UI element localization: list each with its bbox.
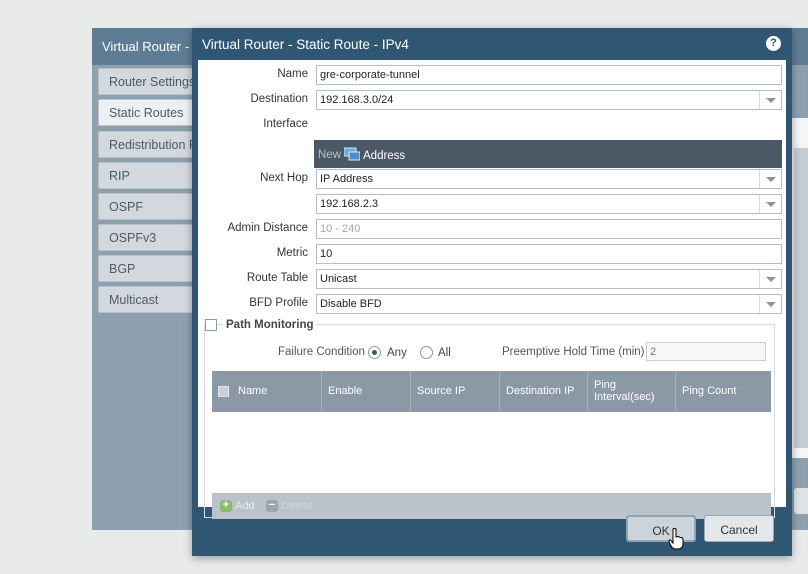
next-hop-select[interactable]: IP Address <box>316 169 782 189</box>
add-button[interactable]: Add <box>235 500 255 512</box>
route-table-select[interactable]: Unicast <box>316 269 782 289</box>
nav-static-routes[interactable]: Static Routes <box>98 99 204 126</box>
failure-condition-all-label: All <box>438 347 451 359</box>
route-table-value: Unicast <box>320 273 357 285</box>
path-monitoring-checkbox[interactable] <box>205 319 217 331</box>
failure-condition-all-radio[interactable] <box>420 346 433 359</box>
cancel-button[interactable]: Cancel <box>704 515 774 542</box>
dropdown-new-label: New <box>318 149 342 161</box>
nav-bgp[interactable]: BGP <box>98 255 204 282</box>
next-hop-label: Next Hop <box>260 172 308 184</box>
col-source-ip[interactable]: Source IP <box>411 371 500 412</box>
destination-combobox[interactable]: 192.168.3.0/24 <box>316 90 782 110</box>
ok-button[interactable]: OK <box>626 515 696 542</box>
chevron-down-icon[interactable] <box>759 170 781 188</box>
preemptive-hold-time-input[interactable]: 2 <box>646 342 766 361</box>
hand-cursor-icon <box>668 528 684 550</box>
next-hop-ip-value: 192.168.2.3 <box>320 198 379 210</box>
nav-redistribution-profile[interactable]: Redistribution Pr <box>98 131 204 158</box>
admin-distance-input[interactable]: 10 - 240 <box>316 219 782 239</box>
background-dialog-title: Virtual Router - d <box>102 39 201 54</box>
col-name[interactable]: Name <box>232 371 322 412</box>
destination-label: Destination <box>250 93 308 105</box>
next-hop-ip-combobox[interactable]: 192.168.2.3 <box>316 194 782 214</box>
dialog-title: Virtual Router - Static Route - IPv4 <box>202 37 409 52</box>
col-enable[interactable]: Enable <box>322 371 411 412</box>
address-object-icon <box>344 147 360 161</box>
chevron-down-icon[interactable] <box>759 91 781 109</box>
nav-router-settings[interactable]: Router Settings <box>98 68 204 95</box>
nav-multicast[interactable]: Multicast <box>98 286 204 313</box>
interface-label: Interface <box>263 118 308 130</box>
failure-condition-label: Failure Condition <box>278 346 365 358</box>
delete-button[interactable]: Delete <box>281 500 313 512</box>
path-monitoring-grid: Name Enable Source IP Destination IP Pin… <box>212 371 771 519</box>
name-label: Name <box>277 68 308 80</box>
nav-ospfv3[interactable]: OSPFv3 <box>98 224 204 251</box>
col-destination-ip[interactable]: Destination IP <box>500 371 588 412</box>
preemptive-hold-time-label: Preemptive Hold Time (min) <box>502 346 645 358</box>
delete-icon[interactable]: − <box>266 500 278 512</box>
route-table-label: Route Table <box>246 272 308 284</box>
admin-distance-label: Admin Distance <box>227 222 308 234</box>
add-icon[interactable]: + <box>220 500 232 512</box>
dropdown-address-option[interactable]: Address <box>363 150 405 162</box>
interface-dropdown-menu: New Address <box>314 140 782 168</box>
bfd-profile-value: Disable BFD <box>320 298 382 310</box>
failure-condition-any-radio[interactable] <box>368 346 381 359</box>
background-button[interactable] <box>794 488 808 514</box>
select-all-checkbox[interactable] <box>218 386 229 397</box>
col-ping-count[interactable]: Ping Count <box>676 371 771 412</box>
dialog-body: Name gre-corporate-tunnel Destination 19… <box>198 60 786 519</box>
grid-header: Name Enable Source IP Destination IP Pin… <box>212 371 771 412</box>
chevron-down-icon[interactable] <box>759 195 781 213</box>
background-grid-column <box>794 148 808 448</box>
bfd-profile-label: BFD Profile <box>249 297 308 309</box>
chevron-down-icon[interactable] <box>759 270 781 288</box>
metric-label: Metric <box>276 247 308 259</box>
name-input[interactable]: gre-corporate-tunnel <box>316 65 782 85</box>
bfd-profile-select[interactable]: Disable BFD <box>316 294 782 314</box>
nav-ospf[interactable]: OSPF <box>98 193 204 220</box>
failure-condition-any-label: Any <box>387 347 407 359</box>
path-monitoring-label: Path Monitoring <box>223 319 317 331</box>
nav-rip[interactable]: RIP <box>98 162 204 189</box>
next-hop-value: IP Address <box>320 173 373 185</box>
destination-value: 192.168.3.0/24 <box>320 94 394 106</box>
chevron-down-icon[interactable] <box>759 295 781 313</box>
col-ping-interval[interactable]: Ping Interval(sec) <box>588 371 676 412</box>
static-route-dialog: Virtual Router - Static Route - IPv4 ? N… <box>192 28 792 556</box>
metric-input[interactable]: 10 <box>316 244 782 264</box>
help-icon[interactable]: ? <box>766 36 781 51</box>
